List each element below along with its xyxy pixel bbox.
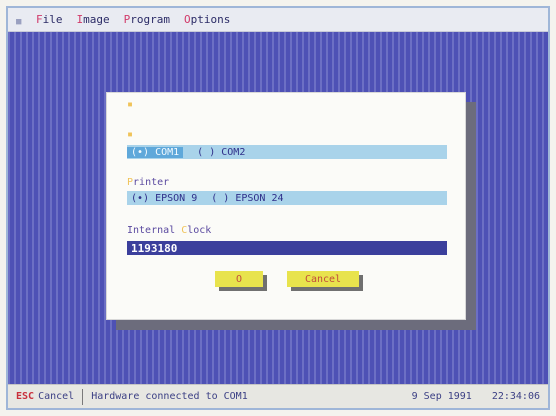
menu-program[interactable]: Program — [124, 13, 170, 26]
system-menu-icon[interactable]: ■ — [16, 17, 22, 27]
port-option-group: (•) COM1 ( ) COM2 — [127, 145, 447, 159]
printer-option-group: (•) EPSON 9 ( ) EPSON 24 — [127, 191, 447, 205]
menu-options[interactable]: Options — [184, 13, 230, 26]
status-message: Hardware connected to COM1 — [91, 391, 248, 402]
status-time: 22:34:06 — [491, 391, 540, 402]
port-hotkey-mark: ▪ — [127, 129, 134, 140]
internal-clock-input[interactable]: 1193180 — [127, 241, 447, 255]
status-cancel-label[interactable]: Cancel — [38, 391, 74, 402]
title-hotkey-mark: ▪ — [127, 99, 134, 110]
menu-image[interactable]: Image — [77, 13, 110, 26]
printer-label: Printer — [127, 177, 170, 188]
cancel-button[interactable]: Cancel — [287, 271, 359, 287]
radio-com1[interactable]: (•) COM1 — [127, 146, 184, 158]
status-date: 9 Sep 1991 — [411, 391, 472, 402]
app-screen: ■ File Image Program Options ▪ ▪ (•) COM… — [6, 6, 550, 410]
radio-com2[interactable]: ( ) COM2 — [197, 147, 245, 158]
status-separator — [82, 388, 84, 405]
status-bar: ESC Cancel Hardware connected to COM1 9 … — [8, 384, 548, 408]
desktop-background: ▪ ▪ (•) COM1 ( ) COM2 Printer (•) EPSON … — [8, 32, 548, 384]
radio-epson-24[interactable]: ( ) EPSON 24 — [211, 193, 283, 204]
radio-epson-9[interactable]: (•) EPSON 9 — [131, 193, 197, 204]
ok-button[interactable]: O — [215, 271, 263, 287]
menu-bar: ■ File Image Program Options — [8, 8, 548, 32]
esc-key-label[interactable]: ESC — [16, 391, 34, 402]
hardware-setup-dialog: ▪ ▪ (•) COM1 ( ) COM2 Printer (•) EPSON … — [106, 92, 466, 320]
internal-clock-label: Internal Clock — [127, 225, 212, 236]
menu-file[interactable]: File — [36, 13, 63, 26]
